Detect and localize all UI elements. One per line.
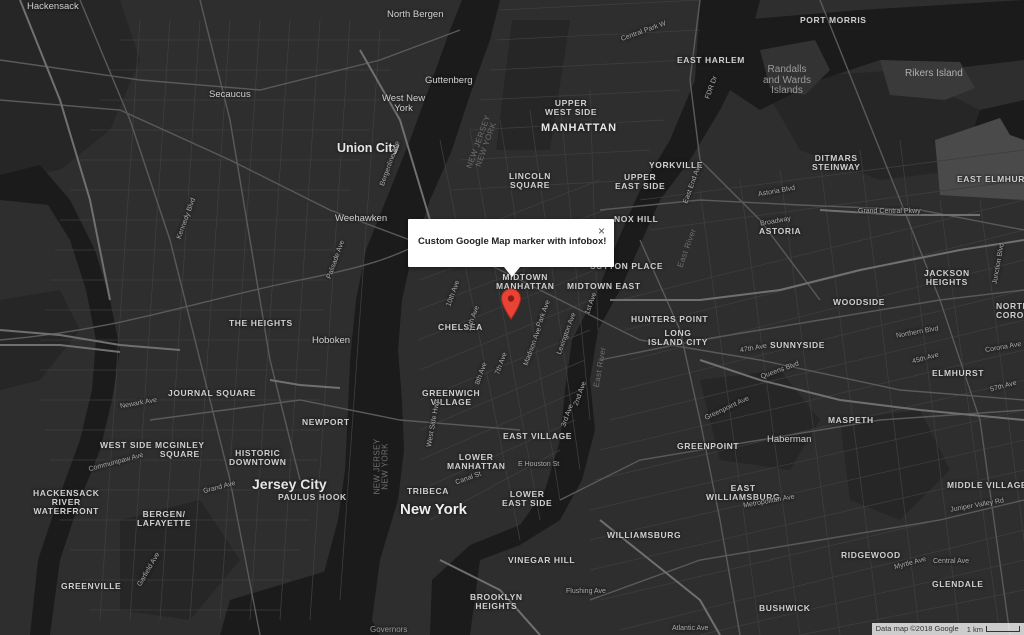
label-lower-manhattan: LOWER MANHATTAN — [447, 452, 506, 471]
label-bushwick: BUSHWICK — [759, 603, 811, 613]
label-greenpoint: GREENPOINT — [677, 441, 740, 451]
label-east-village: EAST VILLAGE — [503, 431, 573, 441]
infobox-pointer — [504, 267, 520, 277]
label-lenox-hill: NOX HILL — [614, 214, 659, 224]
label-the-heights: THE HEIGHTS — [229, 318, 293, 328]
label-greenville: GREENVILLE — [61, 581, 122, 591]
label-tribeca: TRIBECA — [407, 486, 449, 496]
label-governors: Governors — [370, 625, 408, 634]
label-weehawken: Weehawken — [335, 213, 388, 224]
label-guttenberg: Guttenberg — [425, 75, 473, 86]
label-north-corona: NORTH CORO — [996, 301, 1024, 320]
label-bergen-lafayette: BERGEN/ LAFAYETTE — [137, 509, 192, 528]
map-pin-icon[interactable] — [500, 288, 522, 320]
scale-bar — [986, 626, 1020, 632]
scale-label: 1 km — [966, 624, 983, 634]
label-elmhurst: ELMHURST — [932, 368, 985, 378]
label-chelsea: CHELSEA — [438, 322, 483, 332]
label-williamsburg: WILLIAMSBURG — [607, 530, 682, 540]
label-journal-square: JOURNAL SQUARE — [168, 388, 257, 398]
label-paulus-hook: PAULUS HOOK — [278, 492, 347, 502]
label-woodside: WOODSIDE — [833, 297, 886, 307]
street-e-houston-st: E Houston St — [518, 461, 560, 468]
label-east-elmhurst: EAST ELMHURST — [957, 174, 1024, 184]
close-icon[interactable]: × — [598, 224, 605, 238]
map-footer: Data map ©2018 Google 1 km — [871, 623, 1024, 635]
map-canvas[interactable]: Hackensack North Bergen Secaucus Guttenb… — [0, 0, 1024, 635]
label-newport: NEWPORT — [302, 417, 350, 427]
label-astoria: ASTORIA — [759, 226, 802, 236]
label-west-new-york: West New York — [382, 93, 426, 114]
label-midtown-east: MIDTOWN EAST — [567, 281, 641, 291]
label-lincoln-square: LINCOLN SQUARE — [509, 171, 551, 190]
label-jersey-city: Jersey City — [252, 476, 327, 492]
street-flushing-ave: Flushing Ave — [566, 588, 606, 595]
label-river-nj-ny-2: NEW JERSEY NEW YORK — [372, 438, 391, 495]
label-sunnyside: SUNNYSIDE — [770, 340, 825, 350]
label-maspeth: MASPETH — [828, 415, 874, 425]
street-atlantic-ave: Atlantic Ave — [672, 625, 709, 632]
label-ridgewood: RIDGEWOOD — [841, 550, 901, 560]
label-hoboken: Hoboken — [312, 335, 351, 346]
label-mcginley-square: MCGINLEY SQUARE — [155, 440, 205, 459]
label-north-bergen: North Bergen — [387, 9, 444, 20]
label-historic-downtown: HISTORIC DOWNTOWN — [229, 448, 287, 467]
label-secaucus: Secaucus — [209, 89, 251, 100]
label-jackson-heights: JACKSON HEIGHTS — [924, 268, 970, 287]
label-west-side: WEST SIDE — [100, 440, 153, 450]
label-hunters-point: HUNTERS POINT — [631, 314, 709, 324]
label-manhattan: MANHATTAN — [541, 122, 617, 134]
label-middle-village: MIDDLE VILLAGE — [947, 480, 1024, 490]
label-hackensack: Hackensack — [27, 1, 79, 12]
label-brooklyn-heights: BROOKLYN HEIGHTS — [470, 592, 523, 611]
label-upper-east-side: UPPER EAST SIDE — [615, 172, 666, 191]
map-attribution[interactable]: Data map ©2018 Google — [871, 623, 963, 635]
label-new-york: New York — [400, 501, 467, 518]
label-east-harlem: EAST HARLEM — [677, 55, 745, 65]
label-long-island-city: LONG ISLAND CITY — [648, 328, 708, 347]
label-haberman: Haberman — [767, 434, 812, 445]
label-hackensack-river-waterfront: HACKENSACK RIVER WATERFRONT — [33, 488, 100, 516]
label-rikers-island: Rikers Island — [905, 68, 963, 79]
map-pin-icon-graphic — [500, 288, 522, 320]
street-central-ave: Central Ave — [933, 558, 970, 565]
street-grand-central-pkwy: Grand Central Pkwy — [858, 208, 921, 215]
label-upper-west-side: UPPER WEST SIDE — [545, 98, 598, 117]
label-port-morris: PORT MORRIS — [800, 15, 867, 25]
map-infobox: Custom Google Map marker with infobox! × — [408, 219, 614, 277]
label-vinegar-hill: VINEGAR HILL — [508, 555, 576, 565]
label-glendale: GLENDALE — [932, 579, 984, 589]
label-ditmars-steinway: DITMARS STEINWAY — [812, 153, 861, 172]
infobox-text: Custom Google Map marker with infobox! — [418, 236, 607, 247]
map-scale[interactable]: 1 km — [962, 623, 1024, 635]
label-greenwich-village: GREENWICH VILLAGE — [422, 388, 481, 407]
label-lower-east-side: LOWER EAST SIDE — [502, 489, 553, 508]
label-randalls-wards: Randalls and Wards Islands — [763, 64, 811, 96]
